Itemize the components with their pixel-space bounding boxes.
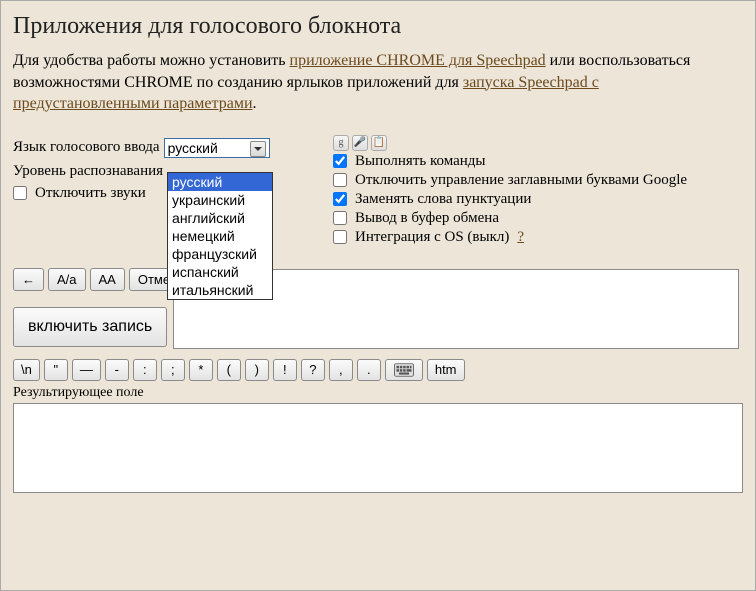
intro-text: Для удобства работы можно установить при… xyxy=(13,50,743,115)
ck-os: Интеграция с OS (выкл) ? xyxy=(333,229,743,246)
settings-left: Язык голосового ввода русский Уровень ра… xyxy=(13,135,313,248)
htm-button[interactable]: htm xyxy=(427,359,465,381)
punct-checkbox[interactable] xyxy=(333,192,347,206)
os-checkbox[interactable] xyxy=(333,230,347,244)
lang-label: Язык голосового ввода xyxy=(13,139,160,156)
sym-newline[interactable]: \n xyxy=(13,359,40,381)
row-lang: Язык голосового ввода русский xyxy=(13,137,313,159)
sym-semicolon[interactable]: ; xyxy=(161,359,185,381)
lang-option[interactable]: немецкий xyxy=(168,227,272,245)
ck-caps: Отключить управление заглавными буквами … xyxy=(333,172,743,189)
intro-t3: . xyxy=(253,95,257,112)
clip-label: Вывод в буфер обмена xyxy=(355,210,499,227)
commands-label: Выполнять команды xyxy=(355,153,486,170)
sym-emdash[interactable]: — xyxy=(72,359,101,381)
record-button[interactable]: включить запись xyxy=(13,307,167,347)
keyboard-icon xyxy=(393,362,415,378)
clip-checkbox[interactable] xyxy=(333,211,347,225)
lang-option[interactable]: украинский xyxy=(168,191,272,209)
mic-icon[interactable]: 🎤 xyxy=(352,135,368,151)
lang-option[interactable]: испанский xyxy=(168,263,272,281)
sym-rparen[interactable]: ) xyxy=(245,359,269,381)
os-help-link[interactable]: ? xyxy=(517,229,524,246)
settings-right: g 🎤 📋 Выполнять команды Отключить управл… xyxy=(333,135,743,248)
ck-commands: Выполнять команды xyxy=(333,153,743,170)
sym-asterisk[interactable]: * xyxy=(189,359,213,381)
lang-option[interactable]: итальянский xyxy=(168,281,272,299)
lang-option[interactable]: английский xyxy=(168,209,272,227)
sym-colon[interactable]: : xyxy=(133,359,157,381)
output-textarea[interactable] xyxy=(13,403,743,493)
mute-checkbox[interactable] xyxy=(13,186,27,200)
punct-label: Заменять слова пунктуации xyxy=(355,191,531,208)
toolbar-symbols: \n " — - : ; * ( ) ! ? , . htm xyxy=(13,359,743,381)
sym-dash[interactable]: - xyxy=(105,359,129,381)
output-label: Результирующее поле xyxy=(13,385,743,401)
clipboard-icon[interactable]: 📋 xyxy=(371,135,387,151)
settings-panel: Язык голосового ввода русский Уровень ра… xyxy=(13,135,743,248)
intro-t1: Для удобства работы можно установить xyxy=(13,52,290,69)
sym-period[interactable]: . xyxy=(357,359,381,381)
os-label: Интеграция с OS (выкл) xyxy=(355,229,509,246)
lang-option[interactable]: русский xyxy=(168,173,272,191)
caps-label: Отключить управление заглавными буквами … xyxy=(355,172,687,189)
page-title: Приложения для голосового блокнота xyxy=(13,13,743,40)
case-upper-button[interactable]: АА xyxy=(90,268,125,291)
lang-dropdown: русский украинский английский немецкий ф… xyxy=(167,172,273,300)
link-chrome-app[interactable]: приложение CHROME для Speechpad xyxy=(290,52,546,69)
icon-strip: g 🎤 📋 xyxy=(333,135,743,151)
keyboard-button[interactable] xyxy=(385,359,423,381)
sym-quest[interactable]: ? xyxy=(301,359,325,381)
lang-select-value: русский xyxy=(168,140,218,156)
lang-option[interactable]: французский xyxy=(168,245,272,263)
ck-clip: Вывод в буфер обмена xyxy=(333,210,743,227)
ck-punct: Заменять слова пунктуации xyxy=(333,191,743,208)
lang-select[interactable]: русский xyxy=(164,138,270,158)
recog-label: Уровень распознавания xyxy=(13,163,163,180)
caps-checkbox[interactable] xyxy=(333,173,347,187)
google-icon[interactable]: g xyxy=(333,135,349,151)
commands-checkbox[interactable] xyxy=(333,154,347,168)
mute-label: Отключить звуки xyxy=(35,185,146,202)
sym-comma[interactable]: , xyxy=(329,359,353,381)
back-button[interactable]: ← xyxy=(13,268,44,291)
sym-excl[interactable]: ! xyxy=(273,359,297,381)
app-window: Приложения для голосового блокнота Для у… xyxy=(0,0,756,591)
sym-quote[interactable]: " xyxy=(44,359,68,381)
row-recog: Уровень распознавания русский украинский… xyxy=(13,161,313,183)
sym-lparen[interactable]: ( xyxy=(217,359,241,381)
case-toggle-button[interactable]: А/а xyxy=(48,268,86,291)
